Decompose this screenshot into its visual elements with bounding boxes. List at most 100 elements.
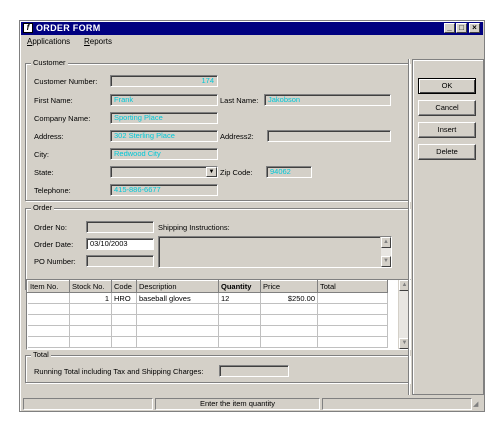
cell-stock-no[interactable] [69,336,112,348]
po-number-field[interactable] [86,255,154,267]
cell-stock-no[interactable]: 1 [69,292,112,304]
column-header-code[interactable]: Code [111,280,137,293]
menu-reports[interactable]: Reports [84,37,112,46]
first-name-field[interactable]: Frank [110,94,218,106]
cancel-button[interactable]: Cancel [418,100,476,116]
cell-total[interactable] [317,314,388,326]
menu-bar: Applications Reports [21,36,483,48]
customer-group-title: Customer [31,58,68,67]
cell-total[interactable] [317,303,388,315]
cell-item-no[interactable] [27,314,70,326]
close-icon[interactable]: × [469,23,480,33]
cell-quantity[interactable] [218,325,261,337]
address-label: Address: [34,132,64,141]
status-message: Enter the item quantity [155,398,320,410]
scroll-up-icon[interactable]: ▲ [381,237,391,248]
order-no-field[interactable] [86,221,154,233]
table-row[interactable] [27,314,388,326]
cell-quantity[interactable] [218,314,261,326]
table-row[interactable] [27,325,388,337]
customer-number-label: Customer Number: [34,77,98,86]
menu-applications-label: pplications [32,37,71,46]
table-row[interactable] [27,303,388,315]
table-row[interactable]: 1 HRO baseball gloves 12 $250.00 [27,292,388,304]
telephone-field[interactable]: 415-886-6677 [110,184,218,196]
state-select[interactable] [110,166,218,178]
cell-code[interactable] [111,325,137,337]
cell-total[interactable] [317,336,388,348]
column-header-description[interactable]: Description [136,280,219,293]
column-header-price[interactable]: Price [260,280,318,293]
cell-code[interactable] [111,336,137,348]
shipping-scrollbar[interactable]: ▲ ▼ [380,237,391,267]
order-no-label: Order No: [34,223,67,232]
address2-field[interactable] [267,130,391,142]
running-total-field[interactable] [219,365,289,377]
title-bar: f ORDER FORM _ □ × [21,22,483,35]
insert-button[interactable]: Insert [418,122,476,138]
cell-item-no[interactable] [27,303,70,315]
maximize-icon[interactable]: □ [456,23,467,33]
telephone-label: Telephone: [34,186,71,195]
minimize-icon[interactable]: _ [444,23,455,33]
cell-price[interactable] [260,314,318,326]
state-dropdown-arrow-icon[interactable]: ▼ [206,167,217,177]
cell-stock-no[interactable] [69,314,112,326]
order-date-field[interactable]: 03/10/2003 [86,238,154,250]
resize-grip-icon[interactable]: ◢ [473,400,478,408]
city-label: City: [34,150,49,159]
table-header-row: Item No. Stock No. Code Description Quan… [27,280,388,293]
column-header-quantity[interactable]: Quantity [218,280,261,293]
column-header-item-no[interactable]: Item No. [27,280,70,293]
order-date-label: Order Date: [34,240,74,249]
table-row[interactable] [27,336,388,348]
column-header-total[interactable]: Total [317,280,388,293]
status-bar: Enter the item quantity ◢ [21,397,483,411]
cell-price[interactable] [260,303,318,315]
cell-stock-no[interactable] [69,303,112,315]
customer-number-field[interactable]: 174 [110,75,218,87]
cell-item-no[interactable] [27,336,70,348]
total-group-title: Total [31,350,51,359]
cell-total[interactable] [317,325,388,337]
menu-applications[interactable]: Applications [27,37,70,46]
cell-total[interactable] [317,292,388,304]
last-name-field[interactable]: Jakobson [264,94,391,106]
cell-stock-no[interactable] [69,325,112,337]
cell-description[interactable]: baseball gloves [136,292,219,304]
delete-button[interactable]: Delete [418,144,476,160]
zip-code-field[interactable]: 94062 [266,166,312,178]
cell-description[interactable] [136,303,219,315]
cell-price[interactable]: $250.00 [260,292,318,304]
company-name-field[interactable]: Sporting Place [110,112,218,124]
first-name-label: First Name: [34,96,73,105]
app-logo-icon: f [23,23,33,33]
ok-button[interactable]: OK [418,78,476,94]
address-field[interactable]: 302 Sterling Place [110,130,218,142]
cell-price[interactable] [260,336,318,348]
status-panel-left [23,398,153,410]
cell-code[interactable]: HRO [111,292,137,304]
cell-code[interactable] [111,314,137,326]
status-panel-right [322,398,472,410]
cell-item-no[interactable] [27,292,70,304]
cell-code[interactable] [111,303,137,315]
cell-price[interactable] [260,325,318,337]
city-field[interactable]: Redwood City [110,148,218,160]
panel-divider [408,59,410,395]
cell-item-no[interactable] [27,325,70,337]
cell-quantity[interactable] [218,303,261,315]
cell-description[interactable] [136,314,219,326]
column-header-stock-no[interactable]: Stock No. [69,280,112,293]
zip-code-label: Zip Code: [220,168,253,177]
cell-description[interactable] [136,336,219,348]
shipping-instructions-textarea[interactable] [158,236,392,268]
scroll-down-icon[interactable]: ▼ [381,256,391,267]
cell-quantity[interactable] [218,336,261,348]
po-number-label: PO Number: [34,257,76,266]
cell-description[interactable] [136,325,219,337]
order-items-grid[interactable]: Item No. Stock No. Code Description Quan… [26,279,411,350]
cell-quantity[interactable]: 12 [218,292,261,304]
address2-label: Address2: [220,132,254,141]
company-name-label: Company Name: [34,114,91,123]
